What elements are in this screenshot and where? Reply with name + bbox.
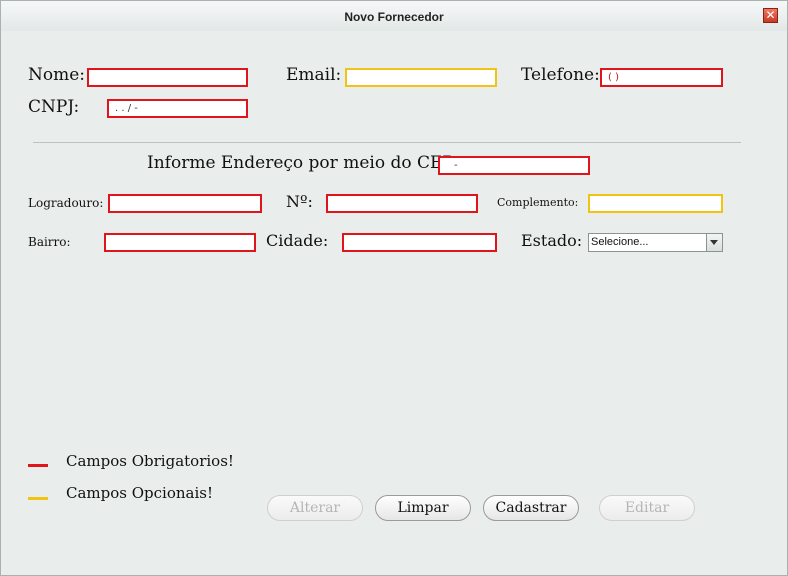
novo-fornecedor-window: Novo Fornecedor ✕ Nome: Email: Telefone:… — [0, 0, 788, 576]
telefone-field[interactable]: ( ) — [600, 68, 723, 87]
bairro-label: Bairro: — [28, 235, 71, 249]
cidade-label: Cidade: — [266, 231, 329, 250]
optional-legend-label: Campos Opcionais! — [66, 484, 213, 502]
logradouro-field[interactable] — [108, 194, 262, 213]
telefone-label: Telefone: — [521, 65, 600, 85]
cep-label: Informe Endereço por meio do CEP: — [147, 153, 459, 173]
complemento-field[interactable] — [588, 194, 723, 213]
editar-button[interactable]: Editar — [599, 495, 695, 521]
estado-selected-value: Selecione... — [591, 236, 649, 248]
email-label: Email: — [286, 65, 342, 85]
close-icon[interactable]: ✕ — [763, 8, 778, 23]
optional-legend-swatch — [28, 497, 48, 500]
title-bar[interactable]: Novo Fornecedor ✕ — [1, 1, 787, 31]
cnpj-label: CNPJ: — [28, 97, 80, 117]
window-title: Novo Fornecedor — [344, 10, 444, 24]
numero-label: Nº: — [286, 192, 313, 211]
nome-label: Nome: — [28, 65, 86, 85]
bairro-field[interactable] — [104, 233, 256, 252]
estado-label: Estado: — [521, 231, 583, 250]
section-divider — [33, 142, 741, 143]
chevron-down-icon[interactable] — [706, 234, 722, 251]
email-field[interactable] — [345, 68, 497, 87]
required-legend-label: Campos Obrigatorios! — [66, 452, 234, 470]
complemento-label: Complemento: — [497, 196, 579, 209]
numero-field[interactable] — [326, 194, 478, 213]
limpar-button[interactable]: Limpar — [375, 495, 471, 521]
required-legend-swatch — [28, 464, 48, 467]
logradouro-label: Logradouro: — [28, 196, 104, 210]
nome-field[interactable] — [87, 68, 248, 87]
cidade-field[interactable] — [342, 233, 497, 252]
cadastrar-button[interactable]: Cadastrar — [483, 495, 579, 521]
alterar-button[interactable]: Alterar — [267, 495, 363, 521]
estado-select[interactable]: Selecione... — [588, 233, 723, 252]
cep-field[interactable]: - — [438, 156, 590, 175]
cnpj-field[interactable]: . . / - — [107, 99, 248, 118]
